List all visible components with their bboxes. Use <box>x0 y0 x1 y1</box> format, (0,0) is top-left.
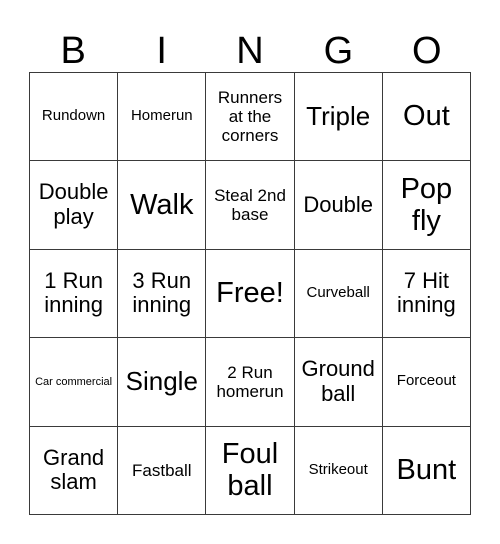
bingo-cell-bunt[interactable]: Bunt <box>382 426 471 515</box>
bingo-cell-label: 3 Run inning <box>132 267 192 318</box>
bingo-cell-pop-fly[interactable]: Pop fly <box>382 161 471 250</box>
bingo-cell-strikeout[interactable]: Strikeout <box>294 426 383 515</box>
bingo-cell-double-play[interactable]: Double play <box>30 161 119 250</box>
bingo-cell-label: Curveball <box>306 284 370 302</box>
header-letter-g: G <box>323 30 354 72</box>
bingo-cell-label: Bunt <box>396 454 457 487</box>
bingo-cell-triple[interactable]: Triple <box>294 73 383 162</box>
bingo-cell-label: Car commercial <box>35 375 113 388</box>
bingo-cell-walk[interactable]: Walk <box>118 161 207 250</box>
bingo-cell-label: Double play <box>38 179 109 230</box>
bingo-grid: Rundown Homerun Runners at the corners Trip… <box>29 72 471 515</box>
bingo-cell-label: Strikeout <box>308 460 368 478</box>
bingo-cell-label: Ground ball <box>301 356 375 406</box>
bingo-cell-label: Triple <box>306 101 371 132</box>
bingo-cell-rundown[interactable]: Rundown <box>30 73 119 162</box>
header-letter-b: B <box>60 30 86 72</box>
bingo-cell-foul-ball[interactable]: Foul ball <box>206 426 295 515</box>
bingo-cell-label: Fastball <box>132 460 192 480</box>
bingo-cell-curveball[interactable]: Curveball <box>294 249 383 339</box>
bingo-cell-steal-2nd-base[interactable]: Steal 2nd base <box>206 161 295 250</box>
bingo-cell-label: Pop fly <box>400 172 453 238</box>
bingo-cell-grand-slam[interactable]: Grand slam <box>30 426 119 515</box>
bingo-cell-label: Double <box>303 191 374 217</box>
bingo-cell-label: Forceout <box>396 372 456 390</box>
bingo-cell-1-run-inning[interactable]: 1 Run inning <box>30 249 119 339</box>
bingo-cell-7-hit-inning[interactable]: 7 Hit inning <box>382 249 471 339</box>
bingo-cell-car-commercial[interactable]: Car commercial <box>30 338 119 427</box>
bingo-cell-label: Grand slam <box>43 444 105 495</box>
bingo-cell-label: 1 Run inning <box>44 267 103 318</box>
bingo-cell-double[interactable]: Double <box>294 161 383 250</box>
bingo-cell-runners-at-the-corners[interactable]: Runners at the corners <box>206 73 295 162</box>
bingo-cell-single[interactable]: Single <box>118 338 207 427</box>
bingo-cell-3-run-inning[interactable]: 3 Run inning <box>118 249 207 339</box>
bingo-cell-2-run-homerun[interactable]: 2 Run homerun <box>206 338 295 427</box>
bingo-cell-label: Homerun <box>130 107 193 125</box>
bingo-cell-label: Foul ball <box>221 437 279 503</box>
bingo-cell-fastball[interactable]: Fastball <box>118 426 207 515</box>
header-letter-n: N <box>236 30 264 72</box>
bingo-cell-label: Walk <box>130 188 194 221</box>
bingo-cell-label: Rundown <box>41 107 106 125</box>
bingo-card: B I N G O Rundown Homerun Runners at the c… <box>0 0 500 544</box>
bingo-cell-label: Runners at the corners <box>217 88 283 146</box>
header-letter-i: I <box>156 30 167 72</box>
bingo-cell-label: 2 Run homerun <box>216 362 284 401</box>
bingo-cell-out[interactable]: Out <box>382 73 471 162</box>
bingo-cell-homerun[interactable]: Homerun <box>118 73 207 162</box>
header-letter-o: O <box>412 30 442 72</box>
bingo-cell-ground-ball[interactable]: Ground ball <box>294 338 383 427</box>
bingo-cell-label: 7 Hit inning <box>397 267 456 318</box>
bingo-cell-forceout[interactable]: Forceout <box>382 338 471 427</box>
bingo-cell-label: Single <box>125 366 198 397</box>
bingo-cell-free-space[interactable]: Free! <box>206 249 295 339</box>
bingo-header-row: B I N G O <box>29 18 471 70</box>
bingo-cell-label: Free! <box>216 277 284 310</box>
bingo-cell-label: Steal 2nd base <box>214 186 286 225</box>
bingo-cell-label: Out <box>403 100 450 133</box>
